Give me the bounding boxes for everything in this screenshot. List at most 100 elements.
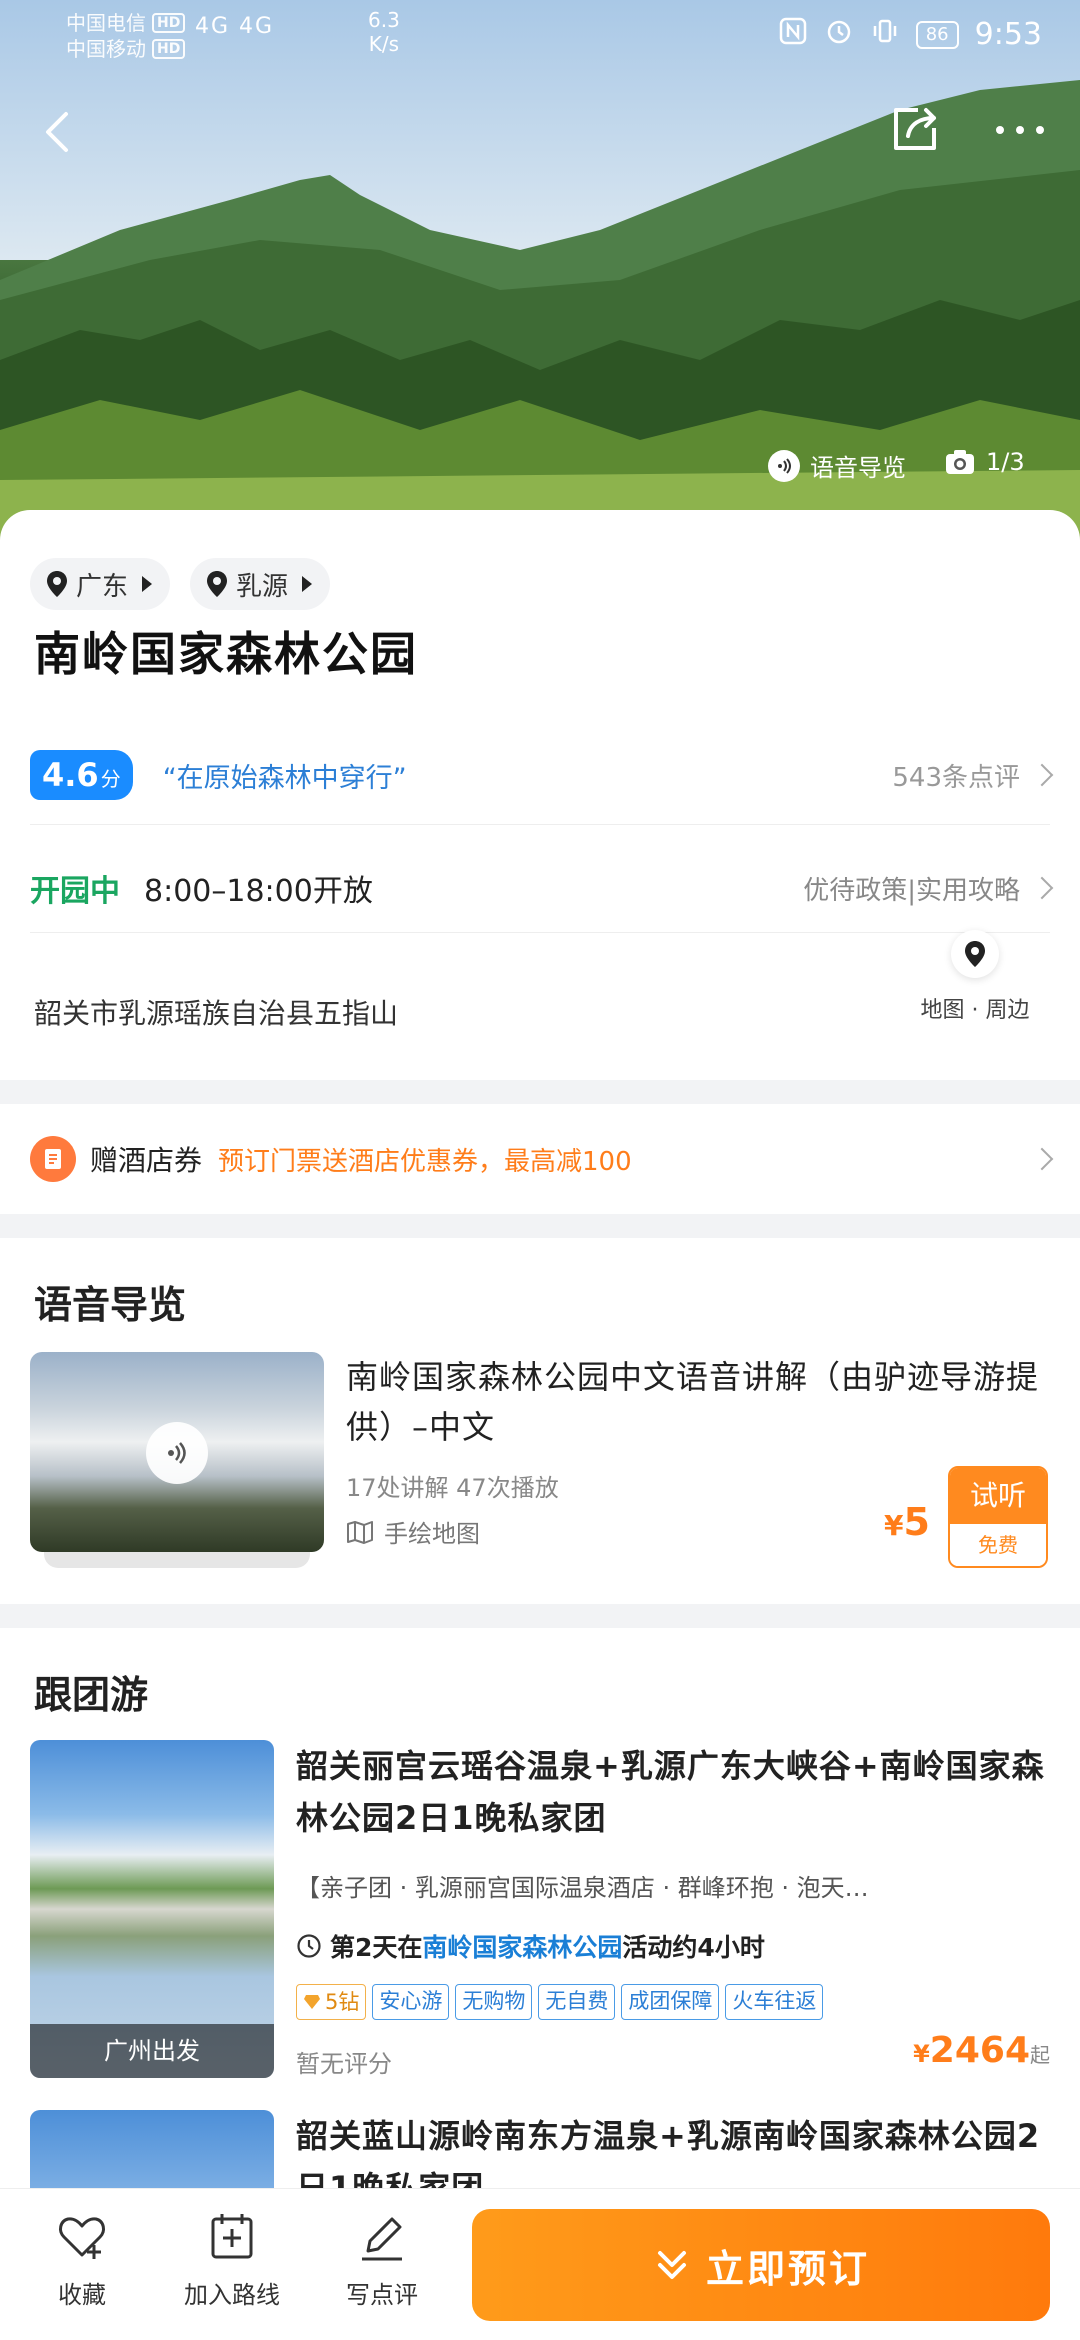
- write-review-button[interactable]: 写点评: [322, 2209, 442, 2310]
- tour-thumbnail[interactable]: [30, 2110, 274, 2188]
- tour-badges: 5钻 安心游 无购物 无自费 成团保障 火车往返: [296, 1984, 824, 2020]
- tour-schedule: 第2天在南岭国家森林公园活动约4小时: [296, 1928, 765, 1964]
- carrier-info: 中国电信 HD 中国移动 HD: [66, 10, 186, 62]
- section-title-audio-guide: 语音导览: [34, 1283, 187, 1327]
- chevron-right-icon: [302, 576, 313, 592]
- double-chevron-down-icon: [657, 2251, 686, 2279]
- chevron-left-icon: [46, 112, 68, 152]
- rating-row[interactable]: 4.6 分 “在原始森林中穿行” 543条点评: [30, 742, 1054, 808]
- audio-guide-price: ¥5: [884, 1500, 930, 1544]
- schedule-place: 南岭国家森林公园: [422, 1933, 623, 1962]
- badge: 成团保障: [621, 1984, 720, 2020]
- signal-icon: 4G 4G: [195, 14, 275, 39]
- diamond-icon: [304, 1995, 320, 2009]
- hotel-coupon-banner[interactable]: 赠酒店券 预订门票送酒店优惠券，最高减100: [0, 1104, 1080, 1214]
- coupon-title: 赠酒店券: [90, 1144, 203, 1177]
- audio-guide-thumbnail[interactable]: [30, 1352, 324, 1552]
- rating-unit: 分: [100, 767, 121, 791]
- add-route-button[interactable]: 加入路线: [172, 2209, 292, 2310]
- tour-thumbnail[interactable]: 广州出发: [30, 1740, 274, 2078]
- book-now-label: 立即预订: [705, 2246, 870, 2291]
- schedule-duration: 活动约4小时: [622, 1933, 765, 1962]
- hand-drawn-map-label: 手绘地图: [346, 1514, 480, 1549]
- scenic-info-card: 广东 乳源 南岭国家森林公园 4.6 分 “在原始森林中穿行” 543条点评 开…: [0, 510, 1080, 1080]
- carrier-2: 中国移动: [66, 37, 146, 61]
- chip-label: 乳源: [236, 571, 289, 602]
- nfc-icon: [778, 16, 808, 53]
- alarm-icon: [824, 16, 854, 53]
- location-pin-icon: [207, 571, 228, 597]
- location-chip-province[interactable]: 广东: [30, 558, 171, 610]
- review-count: 543条点评: [892, 762, 1020, 793]
- more-dots-icon: [996, 126, 1044, 134]
- badge: 无自费: [538, 1984, 616, 2020]
- policy-link[interactable]: 优待政策|实用攻略: [803, 870, 1054, 907]
- reviews-link[interactable]: 543条点评: [892, 757, 1054, 794]
- price-suffix: 起: [1030, 2043, 1050, 2067]
- more-button[interactable]: [990, 110, 1050, 150]
- free-trial-button[interactable]: 试听 免费: [948, 1466, 1048, 1568]
- price-currency: ¥: [913, 2040, 930, 2068]
- opening-hours: 8:00–18:00开放: [144, 874, 373, 909]
- back-button[interactable]: [36, 100, 84, 160]
- section-title-group-tour: 跟团游: [34, 1673, 149, 1717]
- address-text[interactable]: 韶关市乳源瑶族自治县五指山: [34, 992, 398, 1032]
- price-currency: ¥: [884, 1509, 904, 1542]
- coupon-icon: [30, 1136, 76, 1182]
- add-route-label: 加入路线: [184, 2281, 280, 2309]
- chip-label: 广东: [76, 571, 129, 602]
- bottom-action-bar: 收藏 加入路线 写点评 立即预订: [0, 2188, 1080, 2340]
- book-now-button[interactable]: 立即预订: [472, 2209, 1050, 2321]
- audio-wave-icon: [768, 449, 800, 482]
- trial-label: 试听: [950, 1468, 1046, 1524]
- chevron-right-icon: [1030, 1147, 1054, 1171]
- review-highlight: “在原始森林中穿行”: [162, 762, 407, 794]
- clock: 9:53: [974, 17, 1042, 52]
- badge-label: 5钻: [325, 1989, 360, 2014]
- audio-guide-title[interactable]: 南岭国家森林公园中文语音讲解（由驴迹导游提供）–中文: [346, 1352, 1056, 1452]
- camera-icon: [946, 450, 974, 474]
- trial-free-label: 免费: [950, 1524, 1046, 1566]
- rating-badge: 4.6 分: [30, 750, 133, 800]
- map-label-text: 手绘地图: [384, 1520, 480, 1548]
- location-pin-icon: [47, 571, 67, 597]
- opening-hours-row[interactable]: 开园中 8:00–18:00开放 优待政策|实用攻略: [30, 848, 1054, 928]
- tour-title[interactable]: 韶关蓝山源岭南东方温泉+乳源南岭国家森林公园2日1晚私家团: [296, 2110, 1056, 2188]
- chevron-right-icon: [1030, 876, 1054, 900]
- favorite-label: 收藏: [58, 2281, 106, 2309]
- photo-counter[interactable]: 1/3: [944, 448, 1025, 476]
- tour-price: ¥2464起: [913, 2030, 1050, 2071]
- badge: 安心游: [372, 1984, 450, 2020]
- calendar-plus-icon: [211, 2214, 253, 2259]
- share-button[interactable]: [888, 100, 944, 156]
- departure-city: 广州出发: [30, 2024, 274, 2078]
- hero-audio-guide-button[interactable]: 语音导览: [768, 448, 906, 483]
- speed-value: 6.3: [368, 8, 400, 32]
- speed-unit: K/s: [368, 32, 400, 56]
- badge: 火车往返: [725, 1984, 824, 2020]
- map-nearby-label: 地图 · 周边: [920, 998, 1030, 1023]
- carrier-1: 中国电信: [66, 11, 146, 35]
- location-chip-county[interactable]: 乳源: [190, 558, 331, 610]
- diamond-badge: 5钻: [296, 1984, 367, 2020]
- heart-plus-icon: [59, 2217, 105, 2259]
- hero-image[interactable]: 中国电信 HD 中国移动 HD 4G 4G 6.3 K/s 86 9:53 语音…: [0, 0, 1080, 540]
- map-nearby-button[interactable]: 地图 · 周边: [890, 930, 1060, 1040]
- network-speed: 6.3 K/s: [368, 8, 400, 56]
- chevron-right-icon: [142, 576, 153, 592]
- tour-rating: 暂无评分: [296, 2050, 392, 2078]
- map-pin-icon: [951, 930, 999, 978]
- battery-icon: 86: [915, 20, 959, 49]
- policy-guide-label: 优待政策|实用攻略: [803, 875, 1020, 906]
- hd-badge: HD: [152, 13, 186, 33]
- open-status: 开园中: [30, 874, 120, 909]
- group-tour-section: 跟团游 广州出发 韶关丽宫云瑶谷温泉+乳源广东大峡谷+南岭国家森林公园2日1晚私…: [0, 1628, 1080, 2188]
- tour-title[interactable]: 韶关丽宫云瑶谷温泉+乳源广东大峡谷+南岭国家森林公园2日1晚私家团: [296, 1740, 1056, 1844]
- status-icons: 86 9:53: [778, 16, 1042, 53]
- favorite-button[interactable]: 收藏: [22, 2209, 142, 2310]
- write-review-label: 写点评: [346, 2281, 418, 2309]
- audio-guide-stats: 17处讲解 47次播放: [346, 1474, 559, 1502]
- schedule-day: 第2天在: [330, 1933, 423, 1962]
- hd-badge: HD: [152, 39, 186, 59]
- share-icon: [894, 108, 936, 150]
